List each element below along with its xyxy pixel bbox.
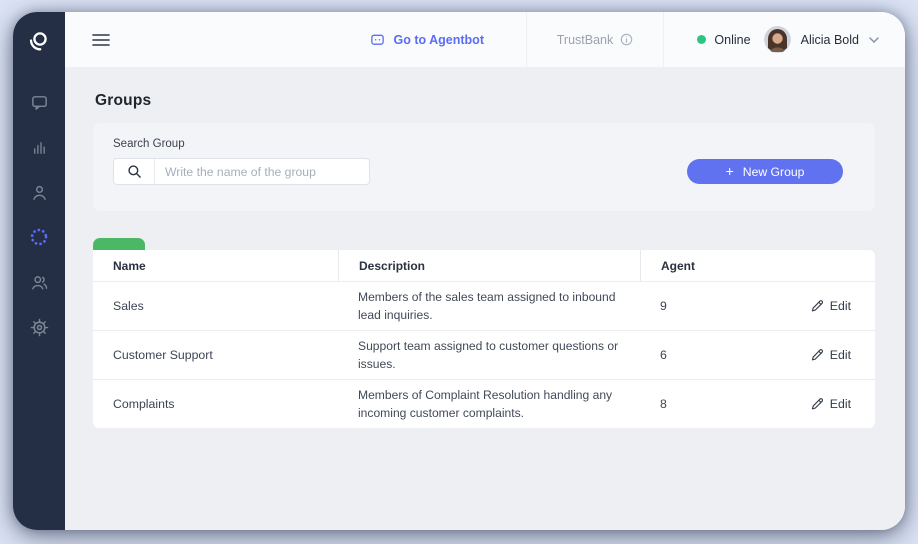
plus-icon: + [726,163,734,179]
dotted-circle-icon [29,227,49,247]
search-input[interactable] [155,165,369,179]
sidebar-item-conversations[interactable] [29,92,49,112]
table-header: Name Description Agent [93,250,875,281]
workspace-section: TrustBank [527,33,663,47]
page-title: Groups [95,92,875,110]
cell-name: Sales [93,299,338,313]
pencil-icon [810,397,824,411]
brand-logo-icon [26,29,52,55]
cell-agent: 8 [640,397,765,411]
user-icon [30,183,49,202]
cell-name: Complaints [93,397,338,411]
bar-chart-icon [30,138,49,157]
table-body: Sales Members of the sales team assigned… [93,281,875,428]
user-name: Alicia Bold [801,33,859,47]
cell-description: Members of Complaint Resolution handling… [338,386,640,422]
edit-button[interactable]: Edit [810,299,851,313]
edit-label: Edit [830,348,851,362]
gear-icon [30,318,49,337]
table-row: Complaints Members of Complaint Resoluti… [93,379,875,428]
sidebar-nav [29,92,49,337]
app-window: Go to Agentbot TrustBank Online [13,12,905,530]
pencil-icon [810,348,824,362]
cell-description: Members of the sales team assigned to in… [338,288,640,324]
go-to-agentbot-link[interactable]: Go to Agentbot [350,32,527,47]
column-header-description: Description [338,250,640,281]
edit-label: Edit [830,397,851,411]
chevron-down-icon [869,37,879,43]
avatar [764,26,791,53]
sidebar-item-agents[interactable] [29,182,49,202]
bot-icon [370,32,385,47]
active-tab-indicator[interactable] [93,238,145,250]
online-status-dot [697,35,706,44]
workspace-label: TrustBank [557,33,614,47]
sidebar-item-teams[interactable] [29,272,49,292]
users-icon [30,273,49,292]
edit-button[interactable]: Edit [810,397,851,411]
info-icon[interactable] [620,33,633,46]
new-group-button[interactable]: + New Group [687,159,843,184]
column-header-actions [765,250,875,281]
search-box [113,158,370,185]
table-row: Sales Members of the sales team assigned… [93,281,875,330]
top-bar: Go to Agentbot TrustBank Online [65,12,905,67]
cell-agent: 6 [640,348,765,362]
groups-table: Name Description Agent Sales Members of … [93,250,875,428]
sidebar-item-settings[interactable] [29,317,49,337]
search-panel: Search Group + New Group [93,123,875,211]
pencil-icon [810,299,824,313]
column-header-agent: Agent [640,250,765,281]
hamburger-menu[interactable] [92,33,110,47]
online-status-label: Online [714,33,750,47]
table-row: Customer Support Support team assigned t… [93,330,875,379]
sidebar-item-analytics[interactable] [29,137,49,157]
edit-label: Edit [830,299,851,313]
cell-name: Customer Support [93,348,338,362]
cell-description: Support team assigned to customer questi… [338,337,640,373]
user-menu[interactable]: Alicia Bold [784,26,905,53]
go-to-agentbot-label: Go to Agentbot [394,33,485,47]
edit-button[interactable]: Edit [810,348,851,362]
cell-agent: 9 [640,299,765,313]
new-group-label: New Group [743,165,805,179]
search-icon [114,159,155,184]
column-header-name: Name [93,250,338,281]
sidebar-item-groups[interactable] [29,227,49,247]
search-group-label: Search Group [113,138,875,150]
sidebar [13,12,65,530]
main-content: Groups Search Group + New Group [65,67,905,530]
chat-icon [30,93,49,112]
